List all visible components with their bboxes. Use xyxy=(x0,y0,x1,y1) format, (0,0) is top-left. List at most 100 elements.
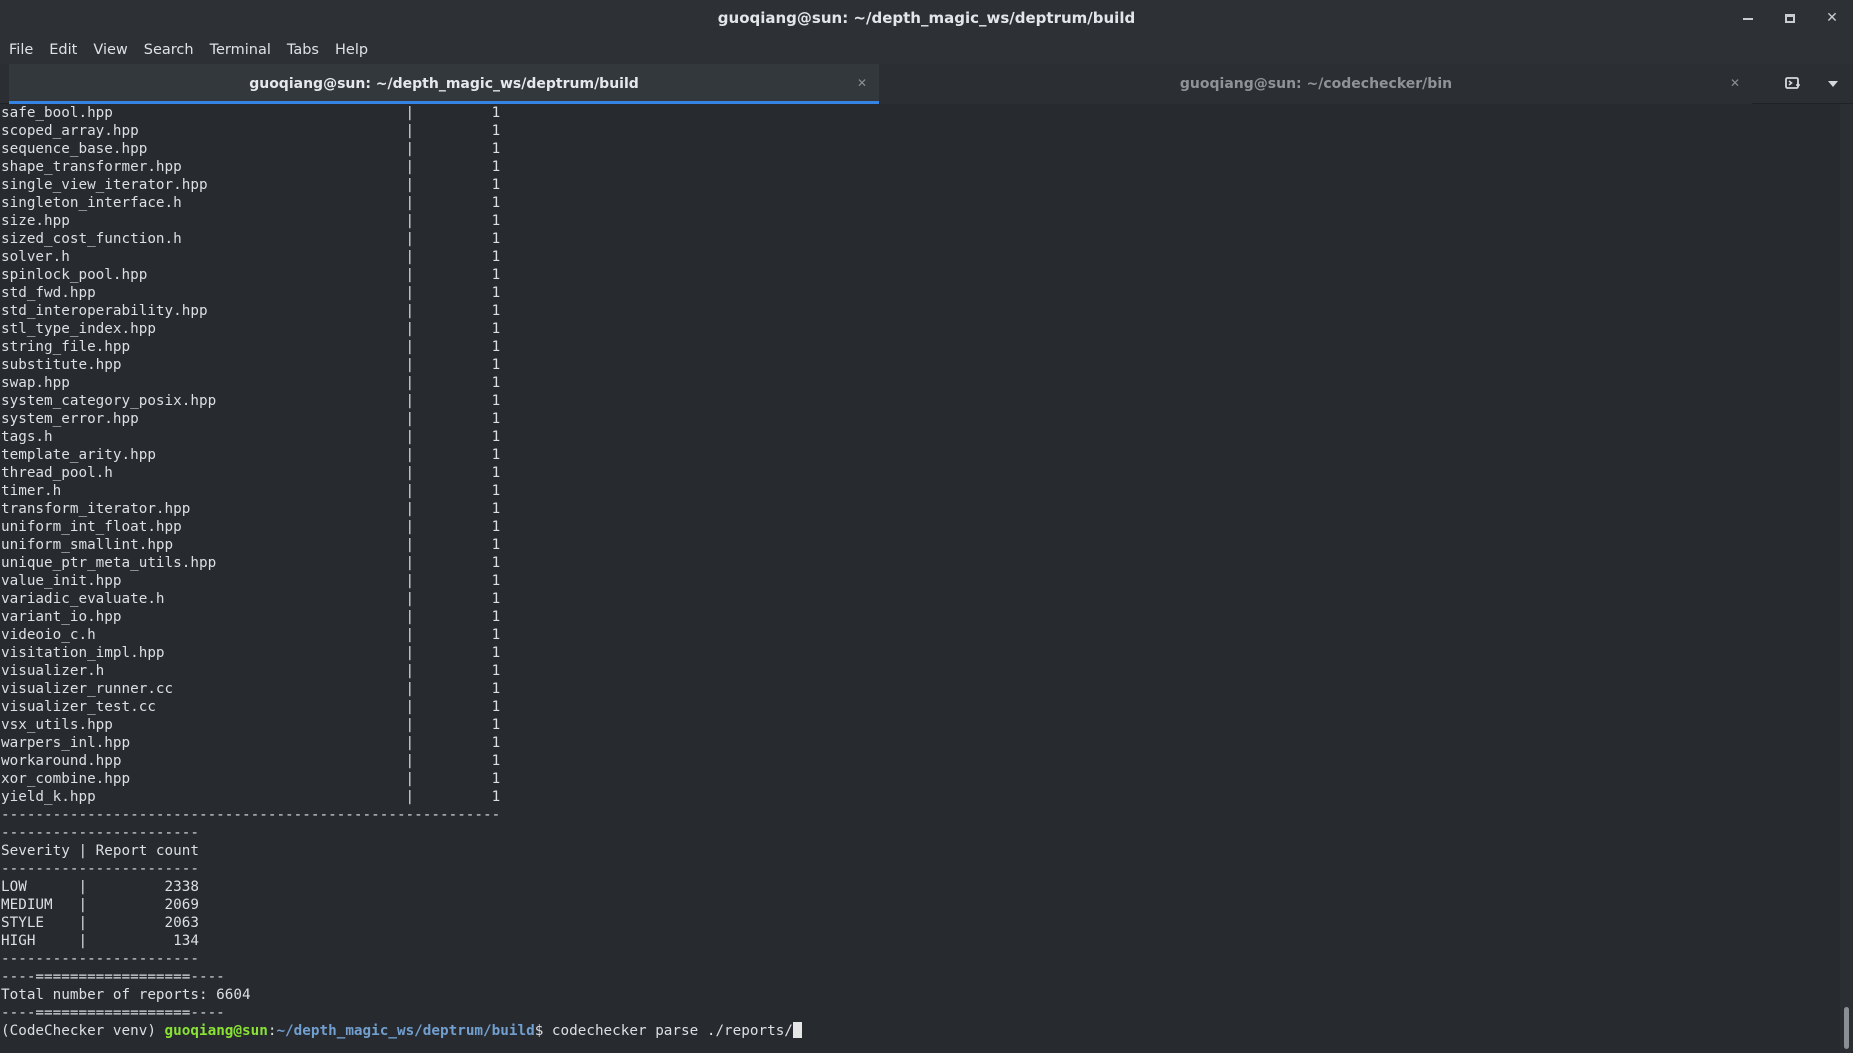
menu-view[interactable]: View xyxy=(88,39,132,61)
terminal-scrollbar[interactable] xyxy=(1840,104,1853,1053)
column-separator: | xyxy=(405,447,415,463)
menu-help[interactable]: Help xyxy=(330,39,373,61)
column-separator: | xyxy=(78,915,88,931)
file-name: std_fwd.hpp xyxy=(1,285,96,301)
column-separator: | xyxy=(405,627,415,643)
file-name: workaround.hpp xyxy=(1,753,122,769)
close-window-button[interactable]: ✕ xyxy=(1821,7,1843,29)
total-reports-line: Total number of reports: 6604 xyxy=(1,987,251,1003)
text-cursor xyxy=(792,1022,802,1038)
severity-level: MEDIUM xyxy=(1,897,53,913)
table-row: xor_combine.hpp | 1 xyxy=(1,770,1840,788)
new-tab-button[interactable] xyxy=(1780,72,1806,96)
report-count: 1 xyxy=(491,339,501,355)
column-separator: | xyxy=(405,465,415,481)
menu-search[interactable]: Search xyxy=(139,39,199,61)
file-name: swap.hpp xyxy=(1,375,70,391)
file-name: substitute.hpp xyxy=(1,357,122,373)
report-count: 1 xyxy=(491,159,501,175)
report-count: 1 xyxy=(491,483,501,499)
column-separator: | xyxy=(405,609,415,625)
table-row: visualizer.h | 1 xyxy=(1,662,1840,680)
menu-edit[interactable]: Edit xyxy=(44,39,82,61)
menu-file[interactable]: File xyxy=(4,39,38,61)
prompt-line[interactable]: (CodeChecker venv) guoqiang@sun:~/depth_… xyxy=(1,1022,1840,1040)
report-count: 1 xyxy=(491,195,501,211)
file-name: scoped_array.hpp xyxy=(1,123,139,139)
severity-row: HIGH | 134 xyxy=(1,932,1840,950)
column-separator: | xyxy=(78,933,88,949)
window-titlebar: guoqiang@sun: ~/depth_magic_ws/deptrum/b… xyxy=(0,0,1853,36)
severity-header: Severity | Report count xyxy=(1,843,199,859)
tab-label: guoqiang@sun: ~/codechecker/bin xyxy=(1179,76,1453,92)
file-name: size.hpp xyxy=(1,213,70,229)
menu-tabs[interactable]: Tabs xyxy=(282,39,324,61)
minimize-button[interactable] xyxy=(1737,7,1759,29)
table-row: transform_iterator.hpp | 1 xyxy=(1,500,1840,518)
table-row: swap.hpp | 1 xyxy=(1,374,1840,392)
column-separator: | xyxy=(405,717,415,733)
tab-close-icon[interactable]: ✕ xyxy=(1730,76,1740,90)
table-row: visualizer_test.cc | 1 xyxy=(1,698,1840,716)
column-separator: | xyxy=(405,195,415,211)
column-separator: | xyxy=(405,159,415,175)
column-separator: | xyxy=(405,591,415,607)
column-separator: | xyxy=(405,753,415,769)
column-separator: | xyxy=(405,177,415,193)
tab-build[interactable]: guoqiang@sun: ~/depth_magic_ws/deptrum/b… xyxy=(9,64,879,104)
column-separator: | xyxy=(78,897,88,913)
table-row: substitute.hpp | 1 xyxy=(1,356,1840,374)
file-name: vsx_utils.hpp xyxy=(1,717,113,733)
window-controls: ✕ xyxy=(1737,0,1843,36)
table-row: system_category_posix.hpp | 1 xyxy=(1,392,1840,410)
file-name: uniform_smallint.hpp xyxy=(1,537,174,553)
file-name: visualizer_test.cc xyxy=(1,699,156,715)
report-count: 1 xyxy=(491,303,501,319)
file-name: std_interoperability.hpp xyxy=(1,303,208,319)
prompt-venv: (CodeChecker venv) xyxy=(1,1023,165,1039)
column-separator: | xyxy=(405,771,415,787)
file-name: videoio_c.h xyxy=(1,627,96,643)
terminal-output[interactable]: safe_bool.hpp | 1 scoped_array.hpp | 1 sequenc… xyxy=(0,104,1840,1053)
column-separator: | xyxy=(405,483,415,499)
minimize-icon xyxy=(1743,18,1753,20)
table-row: thread_pool.h | 1 xyxy=(1,464,1840,482)
menu-terminal[interactable]: Terminal xyxy=(205,39,276,61)
severity-count: 2063 xyxy=(164,915,199,931)
file-name: transform_iterator.hpp xyxy=(1,501,191,517)
report-count: 1 xyxy=(491,681,501,697)
tab-close-icon[interactable]: ✕ xyxy=(857,76,867,90)
report-count: 1 xyxy=(491,231,501,247)
column-separator: | xyxy=(405,393,415,409)
severity-row: MEDIUM | 2069 xyxy=(1,896,1840,914)
file-name: variant_io.hpp xyxy=(1,609,122,625)
report-count: 1 xyxy=(491,177,501,193)
scrollbar-thumb[interactable] xyxy=(1844,1007,1849,1049)
table-row: singleton_interface.h | 1 xyxy=(1,194,1840,212)
table-row: single_view_iterator.hpp | 1 xyxy=(1,176,1840,194)
column-separator: | xyxy=(405,303,415,319)
file-name: timer.h xyxy=(1,483,62,499)
severity-count: 2338 xyxy=(164,879,199,895)
report-count: 1 xyxy=(491,537,501,553)
table-row: sized_cost_function.h | 1 xyxy=(1,230,1840,248)
table-row: visitation_impl.hpp | 1 xyxy=(1,644,1840,662)
maximize-button[interactable] xyxy=(1779,7,1801,29)
file-name: singleton_interface.h xyxy=(1,195,182,211)
file-name: sequence_base.hpp xyxy=(1,141,148,157)
file-name: thread_pool.h xyxy=(1,465,113,481)
file-name: system_category_posix.hpp xyxy=(1,393,217,409)
column-separator: | xyxy=(405,249,415,265)
total-separator: ----==================---- xyxy=(1,969,225,985)
severity-count: 2069 xyxy=(164,897,199,913)
table-row: size.hpp | 1 xyxy=(1,212,1840,230)
tab-codechecker-bin[interactable]: guoqiang@sun: ~/codechecker/bin ✕ xyxy=(880,64,1752,104)
table-row: yield_k.hpp | 1 xyxy=(1,788,1840,806)
report-count: 1 xyxy=(491,717,501,733)
file-name: spinlock_pool.hpp xyxy=(1,267,148,283)
column-separator: | xyxy=(405,267,415,283)
column-separator: | xyxy=(405,141,415,157)
command-input[interactable]: codechecker parse ./reports/ xyxy=(552,1023,793,1039)
tabs-menu-button[interactable] xyxy=(1820,72,1846,96)
file-name: safe_bool.hpp xyxy=(1,105,113,121)
